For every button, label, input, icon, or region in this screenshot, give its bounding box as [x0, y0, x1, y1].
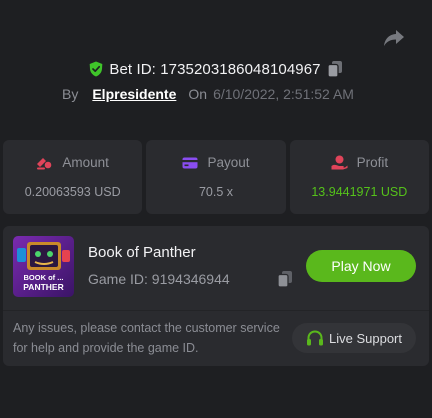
live-support-label: Live Support	[329, 330, 402, 346]
card-icon	[182, 157, 198, 168]
by-label: By	[62, 86, 79, 102]
copy-icon	[326, 61, 342, 78]
stats-row: Amount 0.20063593 USD Payout 70.5 x Prof…	[3, 140, 429, 214]
stat-value: 70.5 x	[198, 185, 234, 199]
game-card: BOOK of ... PANTHER Book of Panther Game…	[3, 226, 429, 366]
stat-card-amount: Amount 0.20063593 USD	[3, 140, 143, 214]
svg-text:BOOK of ...: BOOK of ...	[24, 273, 64, 282]
bet-meta-row: By Elpresidente On 6/10/2022, 2:51:52 AM	[62, 84, 354, 104]
shield-check-icon	[90, 61, 103, 77]
user-link[interactable]: Elpresidente	[92, 86, 176, 102]
live-support-button[interactable]: Live Support	[292, 323, 416, 353]
game-thumbnail[interactable]: BOOK of ... PANTHER	[13, 236, 74, 297]
stat-card-profit: Profit 13.9441971 USD	[289, 140, 429, 214]
share-button[interactable]	[381, 26, 407, 50]
bet-id-row: Bet ID: 1735203186048104967	[0, 58, 432, 80]
bet-date: 6/10/2022, 2:51:52 AM	[213, 86, 354, 102]
game-title: Book of Panther	[88, 244, 196, 261]
stat-label: Amount	[62, 155, 109, 170]
profit-icon	[331, 155, 348, 170]
stat-value: 13.9441971 USD	[311, 185, 408, 199]
copy-game-id-button[interactable]	[277, 270, 293, 293]
coins-icon	[37, 157, 52, 169]
stat-label: Profit	[356, 155, 389, 170]
stat-card-payout: Payout 70.5 x	[146, 140, 286, 214]
stat-value: 0.20063593 USD	[24, 185, 121, 199]
headset-icon	[307, 329, 323, 345]
play-now-button[interactable]: Play Now	[306, 250, 416, 282]
book-of-panther-logo: BOOK of ... PANTHER	[13, 236, 74, 297]
share-icon	[384, 30, 404, 46]
game-id: Game ID: 9194346944	[88, 271, 230, 287]
divider	[3, 310, 429, 311]
support-message: Any issues, please contact the customer …	[13, 321, 280, 355]
copy-icon	[277, 271, 292, 288]
stat-label: Payout	[207, 155, 250, 170]
svg-text:PANTHER: PANTHER	[23, 282, 63, 292]
on-label: On	[188, 86, 208, 102]
copy-bet-id-button[interactable]	[326, 60, 343, 78]
bet-id: Bet ID: 1735203186048104967	[109, 60, 321, 78]
bet-details-page: Bet ID: 1735203186048104967 By Elpreside…	[0, 0, 432, 418]
